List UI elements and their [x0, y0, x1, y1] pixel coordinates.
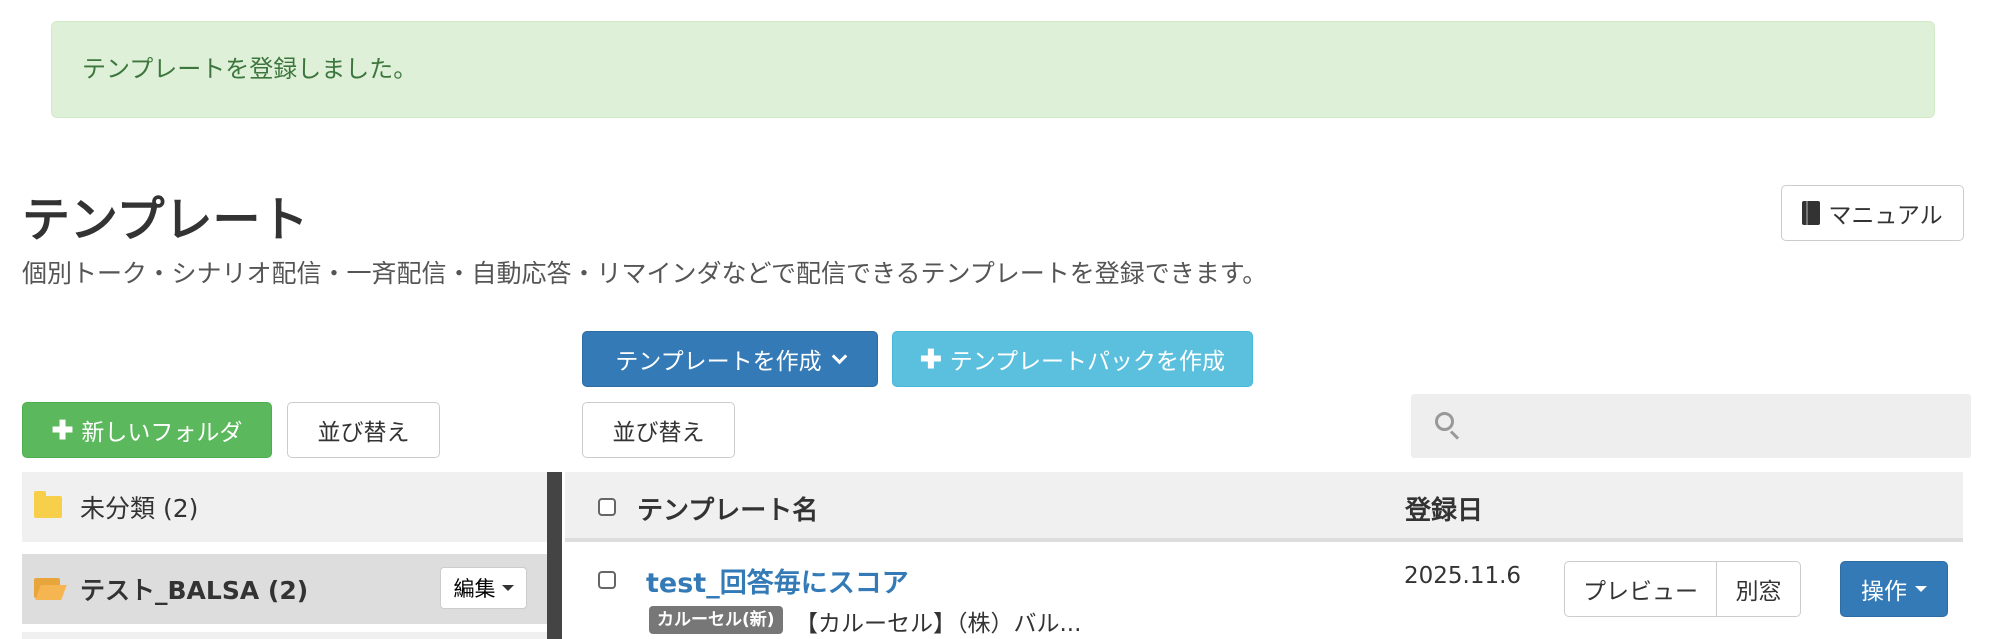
create-pack-label: テンプレートパックを作成 — [949, 348, 1226, 374]
folder-item-uncategorized[interactable]: 未分類 (2) — [22, 472, 547, 542]
template-sort-button[interactable]: 並び替え — [582, 402, 735, 458]
page-description: 個別トーク・シナリオ配信・一斉配信・自動応答・リマインダなどで配信できるテンプレ… — [22, 259, 1268, 288]
open-new-window-button[interactable]: 別窓 — [1717, 561, 1801, 617]
operations-label: 操作 — [1861, 578, 1907, 604]
plus-icon: ✚ — [919, 344, 942, 374]
search-box — [1411, 394, 1971, 458]
folder-name: テスト_BALSA (2) — [80, 576, 309, 605]
book-icon — [1802, 201, 1821, 225]
template-name-link[interactable]: test_回答毎にスコア — [646, 561, 909, 600]
folder-list: 未分類 (2) テスト_BALSA (2) 編集 — [22, 472, 547, 639]
operations-button[interactable]: 操作 — [1840, 561, 1948, 617]
preview-button-group: プレビュー 別窓 — [1564, 561, 1801, 617]
panel-resize-handle[interactable] — [547, 472, 562, 639]
folder-sort-button[interactable]: 並び替え — [287, 402, 440, 458]
plus-icon: ✚ — [51, 415, 74, 445]
template-sort-label: 並び替え — [612, 419, 705, 445]
template-description: 【カルーセル】（株）バル... — [795, 611, 1082, 637]
new-folder-label: 新しいフォルダ — [81, 419, 243, 445]
success-alert: テンプレートを登録しました。 — [51, 21, 1935, 118]
template-type-badge: カルーセル(新) — [649, 606, 783, 634]
create-template-button[interactable]: テンプレートを作成 — [582, 331, 878, 387]
create-template-label: テンプレートを作成 — [615, 348, 822, 374]
folder-open-icon — [34, 578, 67, 600]
create-template-pack-button[interactable]: ✚ テンプレートパックを作成 — [892, 331, 1253, 387]
folder-icon — [34, 491, 62, 518]
folder-item-partial — [22, 632, 547, 639]
folder-sort-label: 並び替え — [317, 419, 410, 445]
preview-label: プレビュー — [1583, 578, 1698, 604]
new-folder-button[interactable]: ✚ 新しいフォルダ — [22, 402, 272, 458]
caret-down-icon — [1915, 586, 1927, 592]
folder-name: 未分類 (2) — [80, 494, 199, 523]
column-header-name: テンプレート名 — [637, 496, 819, 526]
search-icon — [1435, 412, 1460, 440]
select-all-checkbox[interactable] — [598, 498, 616, 520]
new-window-label: 別窓 — [1735, 578, 1782, 604]
manual-button[interactable]: マニュアル — [1781, 185, 1964, 241]
preview-button[interactable]: プレビュー — [1564, 561, 1717, 617]
column-header-date: 登録日 — [1405, 496, 1484, 526]
table-header: テンプレート名 登録日 — [565, 472, 1963, 542]
folder-edit-label: 編集 — [453, 578, 496, 601]
alert-message: テンプレートを登録しました。 — [82, 55, 418, 83]
search-input[interactable] — [1471, 394, 1961, 458]
folder-edit-button[interactable]: 編集 — [440, 567, 527, 609]
caret-down-icon — [501, 585, 514, 591]
row-checkbox[interactable] — [598, 571, 616, 593]
chevron-down-icon — [831, 348, 847, 364]
page-title: テンプレート — [22, 192, 309, 248]
template-date: 2025.11.6 — [1404, 563, 1522, 589]
folder-item-test-balsa[interactable]: テスト_BALSA (2) 編集 — [22, 554, 547, 624]
manual-label: マニュアル — [1828, 202, 1943, 228]
